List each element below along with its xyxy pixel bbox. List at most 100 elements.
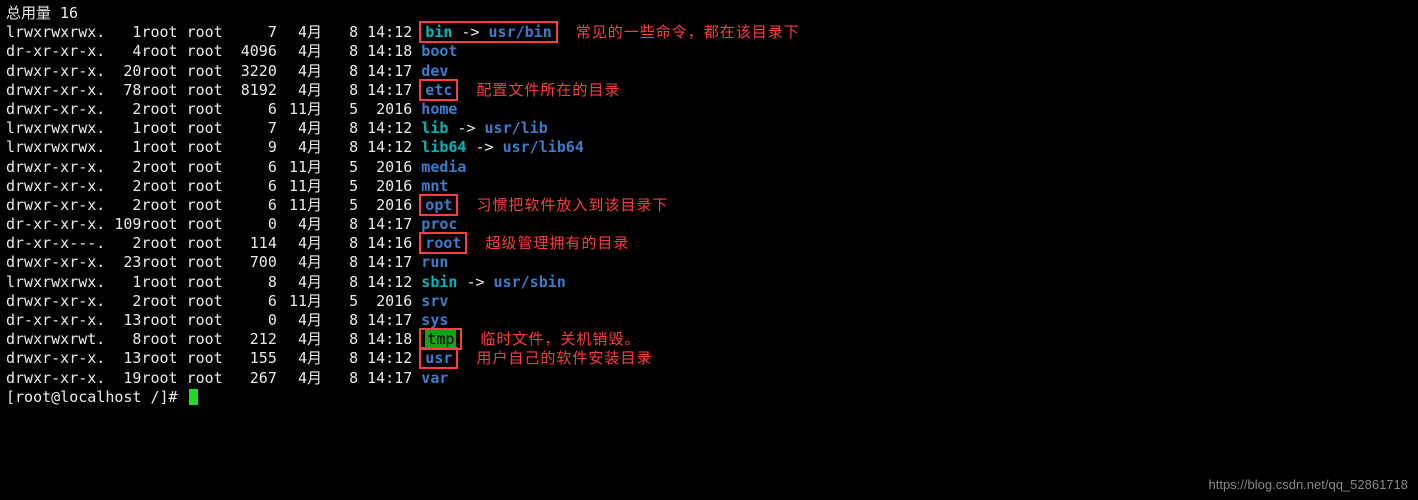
ls-row: drwxr-xr-x.19 root root2674月814:17var — [6, 369, 1412, 388]
file-name: lib — [421, 119, 448, 138]
ls-row: drwxr-xr-x.2 root root611月52016home — [6, 100, 1412, 119]
symlink-arrow: -> — [452, 23, 488, 41]
size: 7 — [232, 23, 277, 42]
time: 2016 — [358, 100, 412, 119]
owner: root — [141, 215, 186, 234]
time: 14:17 — [358, 311, 412, 330]
permissions: drwxr-xr-x. — [6, 100, 105, 119]
file-name: boot — [421, 42, 457, 61]
size: 4096 — [232, 42, 277, 61]
owner: root — [141, 81, 186, 100]
file-name: root — [425, 234, 461, 253]
month: 11月 — [277, 177, 322, 196]
owner: root — [141, 292, 186, 311]
size: 8 — [232, 273, 277, 292]
permissions: dr-xr-xr-x. — [6, 215, 105, 234]
time: 14:12 — [358, 273, 412, 292]
prompt-text: [root@localhost /]# — [6, 388, 187, 407]
total-line: 总用量 16 — [6, 4, 1412, 23]
day: 8 — [322, 62, 358, 81]
time: 14:17 — [358, 253, 412, 272]
ls-row: lrwxrwxrwx.1 root root74月814:12bin -> us… — [6, 23, 1412, 42]
permissions: drwxr-xr-x. — [6, 292, 105, 311]
link-count: 78 — [105, 81, 141, 100]
month: 4月 — [277, 234, 322, 253]
prompt-line[interactable]: [root@localhost /]# — [6, 388, 1412, 407]
ls-row: drwxrwxrwt.8 root root2124月814:18tmp临时文件… — [6, 330, 1412, 349]
ls-row: lrwxrwxrwx.1 root root94月814:12lib64 -> … — [6, 138, 1412, 157]
group: root — [187, 311, 232, 330]
owner: root — [141, 330, 186, 349]
link-count: 19 — [105, 369, 141, 388]
group: root — [187, 138, 232, 157]
month: 4月 — [277, 42, 322, 61]
link-count: 20 — [105, 62, 141, 81]
month: 4月 — [277, 138, 322, 157]
file-name-wrap: srv — [421, 292, 448, 311]
link-count: 2 — [105, 196, 141, 215]
file-name-wrap: usr — [421, 349, 458, 368]
size: 114 — [232, 234, 277, 253]
size: 7 — [232, 119, 277, 138]
ls-row: lrwxrwxrwx.1 root root84月814:12sbin -> u… — [6, 273, 1412, 292]
ls-row: drwxr-xr-x.2 root root611月52016opt习惯把软件放… — [6, 196, 1412, 215]
group: root — [187, 215, 232, 234]
highlight-box: bin -> usr/bin — [419, 21, 557, 43]
file-name: bin — [425, 23, 452, 42]
owner: root — [141, 253, 186, 272]
file-name: media — [421, 158, 466, 177]
file-name: dev — [421, 62, 448, 81]
ls-row: dr-xr-xr-x.4 root root40964月814:18boot — [6, 42, 1412, 61]
time: 14:17 — [358, 62, 412, 81]
link-count: 2 — [105, 234, 141, 253]
highlight-box: usr — [419, 347, 458, 369]
file-name: home — [421, 100, 457, 119]
month: 11月 — [277, 100, 322, 119]
month: 4月 — [277, 23, 322, 42]
time: 14:16 — [358, 234, 412, 253]
owner: root — [141, 138, 186, 157]
size: 9 — [232, 138, 277, 157]
owner: root — [141, 177, 186, 196]
day: 8 — [322, 23, 358, 42]
owner: root — [141, 23, 186, 42]
link-count: 2 — [105, 177, 141, 196]
file-name: mnt — [421, 177, 448, 196]
cursor-block — [189, 389, 198, 405]
group: root — [187, 273, 232, 292]
symlink-target: usr/sbin — [494, 273, 566, 291]
month: 4月 — [277, 311, 322, 330]
file-name: srv — [421, 292, 448, 311]
file-name-wrap: dev — [421, 62, 448, 81]
permissions: lrwxrwxrwx. — [6, 119, 105, 138]
file-name: opt — [425, 196, 452, 215]
group: root — [187, 177, 232, 196]
permissions: lrwxrwxrwx. — [6, 273, 105, 292]
link-count: 2 — [105, 158, 141, 177]
permissions: lrwxrwxrwx. — [6, 138, 105, 157]
day: 8 — [322, 330, 358, 349]
ls-row: dr-xr-xr-x.13 root root04月814:17sys — [6, 311, 1412, 330]
symlink-target: usr/lib64 — [503, 138, 584, 156]
ls-row: drwxr-xr-x.13 root root1554月814:12usr用户自… — [6, 349, 1412, 368]
permissions: lrwxrwxrwx. — [6, 23, 105, 42]
ls-row: drwxr-xr-x.2 root root611月52016media — [6, 158, 1412, 177]
highlight-box: etc — [419, 79, 458, 101]
day: 8 — [322, 234, 358, 253]
time: 2016 — [358, 158, 412, 177]
file-name-wrap: mnt — [421, 177, 448, 196]
day: 8 — [322, 253, 358, 272]
size: 267 — [232, 369, 277, 388]
permissions: dr-xr-xr-x. — [6, 311, 105, 330]
month: 4月 — [277, 81, 322, 100]
file-name-wrap: lib -> usr/lib — [421, 119, 547, 138]
group: root — [187, 253, 232, 272]
symlink-arrow: -> — [457, 273, 493, 291]
group: root — [187, 119, 232, 138]
month: 11月 — [277, 158, 322, 177]
day: 8 — [322, 273, 358, 292]
file-name-wrap: bin -> usr/bin — [421, 23, 557, 42]
group: root — [187, 42, 232, 61]
time: 14:17 — [358, 369, 412, 388]
permissions: drwxr-xr-x. — [6, 62, 105, 81]
